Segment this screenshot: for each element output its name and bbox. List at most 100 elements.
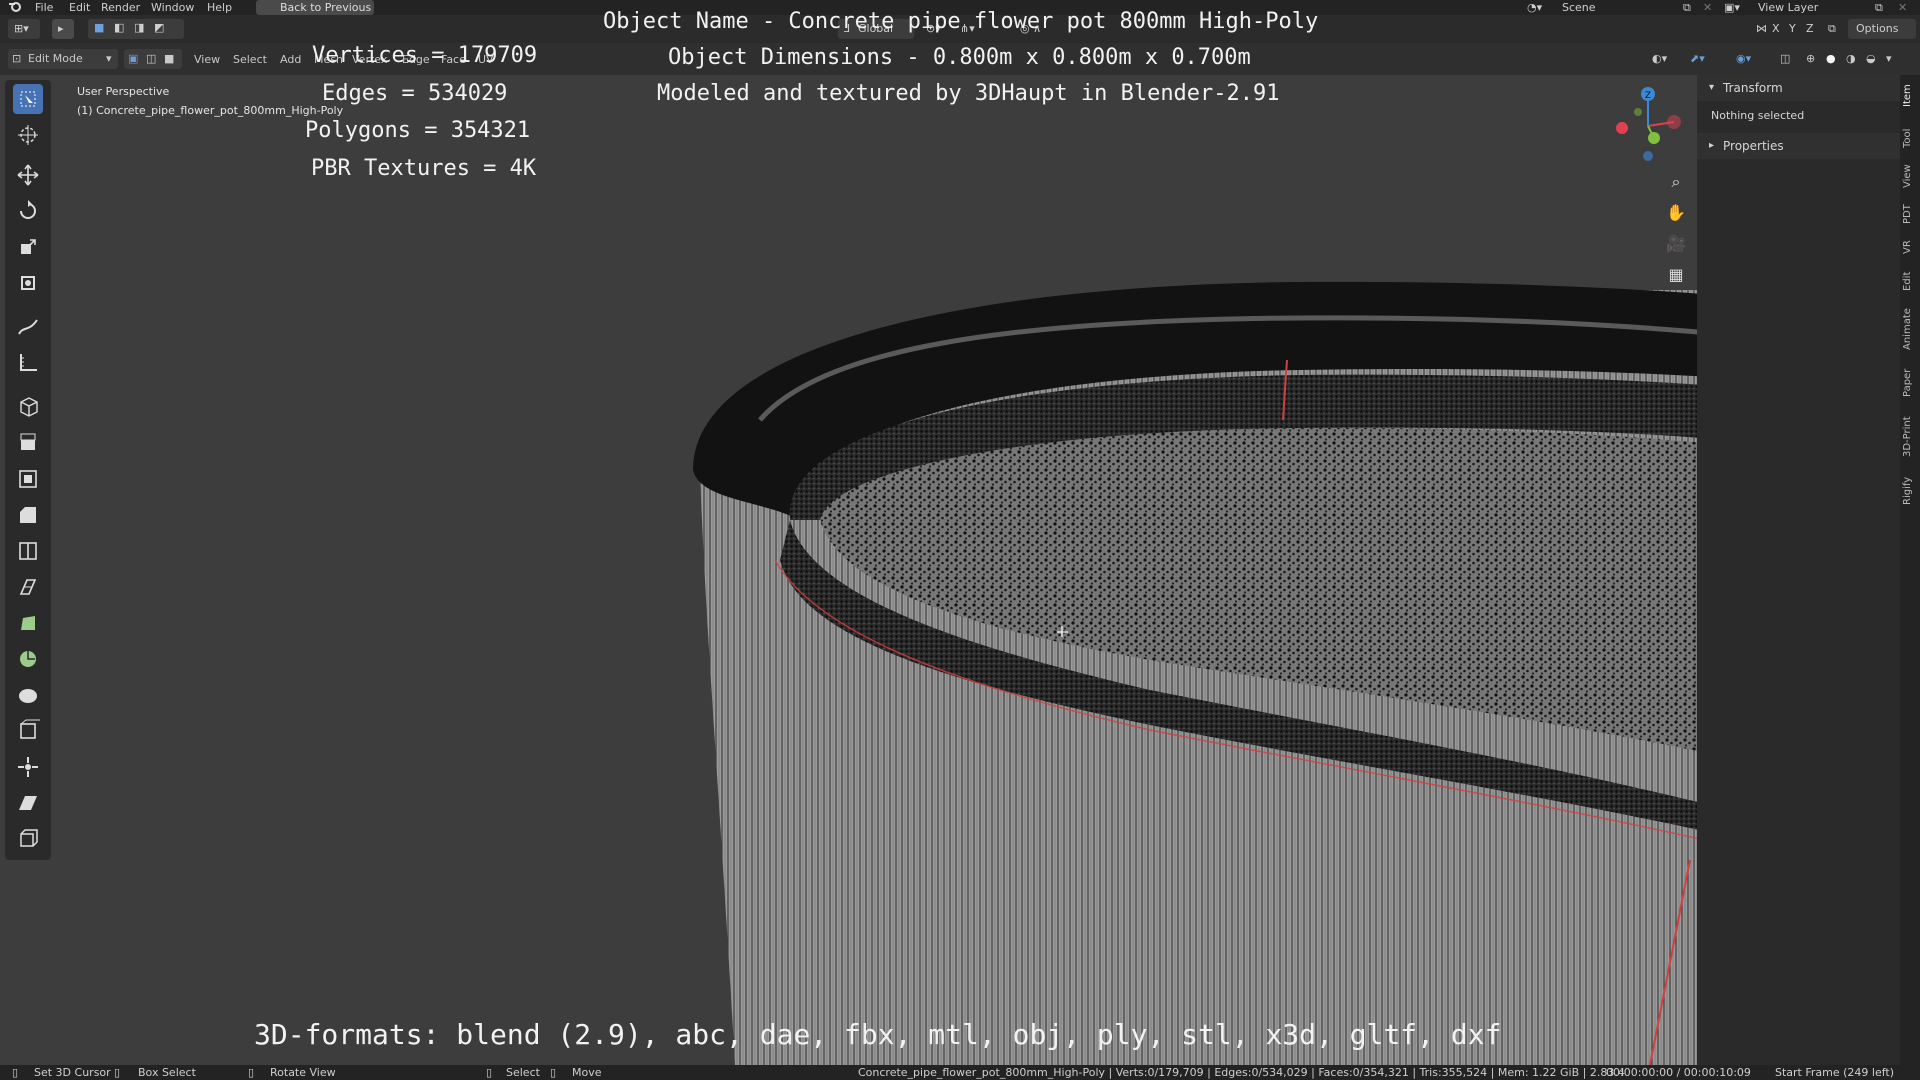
- auto-merge-icon[interactable]: ⧉: [1828, 22, 1836, 36]
- mode-dropdown[interactable]: ⊡ Edit Mode ▾: [8, 49, 118, 69]
- spin-icon[interactable]: [13, 644, 43, 674]
- view-layer-selector[interactable]: View Layer: [1758, 1, 1818, 14]
- sidebar-panel: ▾ Transform Nothing selected ▸ Propertie…: [1697, 75, 1900, 1065]
- view-layer-icon[interactable]: ▣▾: [1724, 1, 1740, 14]
- navigation-gizmo[interactable]: Z: [1600, 82, 1690, 172]
- back-to-previous-button[interactable]: Back to Previous: [256, 0, 374, 15]
- grid-icon[interactable]: ▦: [1663, 262, 1689, 288]
- textures-info: PBR Textures = 4K: [311, 156, 537, 181]
- chevron-down-icon: ▾: [1709, 82, 1715, 93]
- rip-icon[interactable]: [13, 824, 43, 854]
- editor-type-icon[interactable]: ⊞▾: [8, 19, 40, 39]
- smooth-icon[interactable]: [13, 680, 43, 710]
- rendered-shading-icon[interactable]: ◒: [1866, 52, 1876, 65]
- mirror-icon[interactable]: ⋈: [1756, 22, 1767, 35]
- wireframe-shading-icon[interactable]: ⊕: [1806, 52, 1815, 65]
- formats-line: 3D-formats: blend (2.9), abc, dae, fbx, …: [254, 1018, 1502, 1051]
- tab-edit[interactable]: Edit: [1902, 267, 1918, 295]
- options-dropdown[interactable]: Options: [1848, 19, 1916, 39]
- transform-panel-header[interactable]: ▾ Transform: [1697, 75, 1900, 101]
- new-scene-icon[interactable]: ⧉: [1683, 1, 1691, 15]
- select-box-icon[interactable]: [13, 84, 43, 114]
- camera-icon[interactable]: 🎥: [1663, 231, 1689, 257]
- scene-icon[interactable]: ◔▾: [1527, 1, 1542, 14]
- tab-paper[interactable]: Paper: [1902, 363, 1918, 403]
- poly-build-icon[interactable]: [13, 608, 43, 638]
- shear-icon[interactable]: [13, 788, 43, 818]
- inset-icon[interactable]: [13, 464, 43, 494]
- tab-vr[interactable]: VR: [1902, 235, 1918, 259]
- menu-view[interactable]: View: [194, 53, 220, 66]
- face-select-icon[interactable]: ■: [164, 52, 174, 65]
- extrude-icon[interactable]: [13, 428, 43, 458]
- 3d-viewport[interactable]: [55, 75, 1900, 1065]
- select-new-icon[interactable]: ■: [94, 21, 104, 34]
- knife-icon[interactable]: [13, 572, 43, 602]
- shading-options-icon[interactable]: ▾: [1886, 52, 1892, 65]
- scale-icon[interactable]: [13, 232, 43, 262]
- nothing-selected-text: Nothing selected: [1711, 109, 1805, 122]
- menu-add[interactable]: Add: [280, 53, 301, 66]
- annotate-icon[interactable]: [13, 312, 43, 342]
- shrink-fatten-icon[interactable]: [13, 752, 43, 782]
- mirror-y[interactable]: Y: [1789, 22, 1796, 35]
- tab-3d-print[interactable]: 3D-Print: [1902, 411, 1918, 463]
- tab-rigify[interactable]: Rigify: [1902, 471, 1918, 511]
- tab-pdt[interactable]: PDT: [1902, 199, 1918, 229]
- solid-shading-icon[interactable]: ●: [1826, 52, 1836, 65]
- menu-file[interactable]: File: [35, 1, 53, 14]
- visibility-icon[interactable]: ◐▾: [1652, 52, 1667, 65]
- close-view-layer-icon[interactable]: ✕: [1898, 1, 1907, 14]
- tab-view[interactable]: View: [1902, 161, 1918, 191]
- vertices-count: Vertices = 179709: [312, 43, 538, 68]
- properties-panel-header[interactable]: ▸ Properties: [1697, 133, 1900, 159]
- close-scene-icon[interactable]: ✕: [1703, 1, 1712, 14]
- new-view-layer-icon[interactable]: ⧉: [1875, 1, 1883, 15]
- menu-help[interactable]: Help: [207, 1, 232, 14]
- chevron-down-icon: ▾: [106, 52, 112, 65]
- mouse-move-icon: ▯: [550, 1066, 557, 1079]
- measure-icon[interactable]: [13, 348, 43, 378]
- add-cube-icon[interactable]: [13, 392, 43, 422]
- overlay-toggle-icon[interactable]: ◉▾: [1736, 52, 1751, 65]
- move-icon[interactable]: [13, 160, 43, 190]
- cursor-icon[interactable]: [13, 120, 43, 150]
- menu-edit[interactable]: Edit: [69, 1, 90, 14]
- scene-selector[interactable]: Scene: [1562, 1, 1596, 14]
- mirror-x[interactable]: X: [1772, 22, 1780, 35]
- select-subtract-icon[interactable]: ◨: [134, 21, 144, 34]
- options-label: Options: [1856, 22, 1899, 35]
- timecode: 00:00:00:00 / 00:00:10:09: [1606, 1066, 1751, 1079]
- object-dimensions: Object Dimensions - 0.800m x 0.800m x 0.…: [668, 45, 1251, 70]
- transform-icon[interactable]: [13, 268, 43, 298]
- edge-slide-icon[interactable]: [13, 716, 43, 746]
- hand-icon[interactable]: ✋: [1663, 200, 1689, 226]
- gizmo-toggle-icon[interactable]: ⬈▾: [1690, 52, 1705, 65]
- select-mode-button[interactable]: ▸: [52, 19, 74, 39]
- xray-icon[interactable]: ◫: [1780, 52, 1790, 65]
- bevel-icon[interactable]: [13, 500, 43, 530]
- selection-mode-group[interactable]: ■ ◧ ◨ ◩: [88, 19, 184, 39]
- credit-line: Modeled and textured by 3DHaupt in Blend…: [657, 81, 1280, 106]
- menu-select[interactable]: Select: [233, 53, 267, 66]
- material-shading-icon[interactable]: ◑: [1846, 52, 1856, 65]
- mirror-z[interactable]: Z: [1806, 22, 1814, 35]
- mouse-drag-icon: ▯: [114, 1066, 121, 1079]
- select-element-group[interactable]: ▣ ◫ ■: [124, 49, 182, 69]
- select-invert-icon[interactable]: ◩: [154, 21, 164, 34]
- rotate-icon[interactable]: [13, 196, 43, 226]
- menu-window[interactable]: Window: [151, 1, 194, 14]
- tab-item[interactable]: Item: [1902, 81, 1918, 111]
- status-rotate-view: Rotate View: [270, 1066, 336, 1079]
- tab-animate[interactable]: Animate: [1902, 303, 1918, 355]
- edge-select-icon[interactable]: ◫: [146, 52, 156, 65]
- vertex-select-icon[interactable]: ▣: [128, 52, 138, 65]
- zoom-icon[interactable]: ⌕: [1663, 169, 1689, 195]
- loop-cut-icon[interactable]: [13, 536, 43, 566]
- select-extend-icon[interactable]: ◧: [114, 21, 124, 34]
- blender-icon[interactable]: [8, 1, 22, 16]
- perspective-label: User Perspective: [77, 85, 170, 98]
- tab-tool[interactable]: Tool: [1902, 123, 1918, 153]
- menu-render[interactable]: Render: [101, 1, 140, 14]
- edges-count: Edges = 534029: [322, 81, 508, 106]
